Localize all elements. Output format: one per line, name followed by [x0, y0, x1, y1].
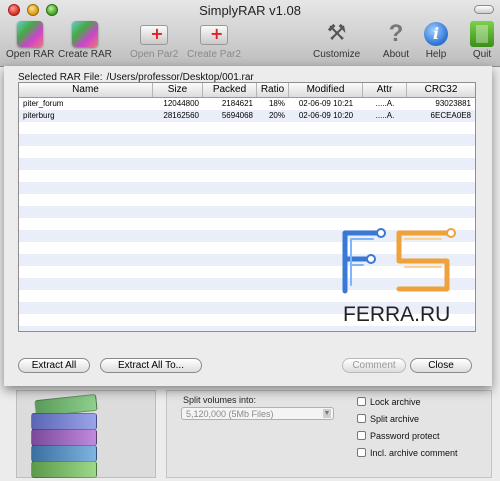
password-protect-box[interactable] — [357, 431, 366, 440]
column-header-ratio[interactable]: Ratio — [257, 83, 289, 97]
about-label: About — [382, 49, 410, 60]
open-par2-button[interactable]: Open Par2 — [130, 20, 178, 60]
rar-books-icon — [16, 390, 156, 478]
create-par2-label: Create Par2 — [187, 49, 241, 60]
create-archive-panel: Split volumes into: 5,120,000 (5Mb Files… — [0, 386, 500, 481]
comment-button[interactable]: Comment — [342, 358, 406, 373]
cell-packed: 5694068 — [221, 111, 253, 120]
toolbar-toggle-button[interactable] — [474, 5, 494, 14]
archive-comment-label: Incl. archive comment — [370, 448, 458, 458]
ferra-ru-watermark-logo: FERRA.RU — [342, 228, 456, 326]
column-header-attr[interactable]: Attr — [363, 83, 407, 97]
create-par2-icon — [199, 24, 228, 45]
lock-archive-checkbox[interactable]: Lock archive — [357, 397, 421, 407]
archive-comment-checkbox[interactable]: Incl. archive comment — [357, 448, 458, 458]
watermark-text: FERRA.RU — [343, 303, 450, 326]
open-rar-label: Open RAR — [6, 49, 55, 60]
archive-file-table[interactable]: Name Size Packed Ratio Modified Attr CRC… — [18, 82, 476, 332]
create-rar-button[interactable]: Create RAR — [58, 20, 112, 60]
split-archive-checkbox[interactable]: Split archive — [357, 414, 419, 424]
archive-comment-box[interactable] — [357, 448, 366, 457]
split-volumes-label: Split volumes into: — [183, 395, 257, 405]
help-label: Help — [425, 49, 447, 60]
about-button[interactable]: ? About — [381, 20, 411, 61]
open-rar-icon — [17, 21, 44, 47]
cell-size: 28162560 — [163, 111, 199, 120]
create-rar-label: Create RAR — [58, 49, 112, 60]
column-header-size[interactable]: Size — [153, 83, 203, 97]
lock-archive-box[interactable] — [357, 397, 366, 406]
column-header-crc32[interactable]: CRC32 — [407, 83, 475, 97]
cell-attr: .....A. — [375, 111, 395, 120]
cell-name: piter_forum — [23, 99, 64, 108]
simplyrar-window: SimplyRAR v1.08 Open RAR Create RAR Open… — [0, 0, 500, 481]
cell-modified: 02-06-09 10:21 — [298, 99, 354, 108]
open-rar-button[interactable]: Open RAR — [6, 20, 54, 60]
exit-door-icon — [470, 21, 494, 47]
cell-packed: 2184621 — [221, 99, 253, 108]
table-row[interactable]: piterburg 28162560 5694068 20% 02-06-09 … — [19, 110, 475, 122]
create-rar-icon — [71, 21, 98, 47]
extract-all-to-button[interactable]: Extract All To... — [100, 358, 202, 373]
window-title: SimplyRAR v1.08 — [199, 3, 301, 18]
open-par2-label: Open Par2 — [130, 49, 179, 60]
split-archive-label: Split archive — [370, 414, 420, 424]
cell-attr: .....A. — [375, 99, 395, 108]
split-archive-box[interactable] — [357, 414, 366, 423]
question-icon: ? — [388, 20, 404, 47]
table-header: Name Size Packed Ratio Modified Attr CRC… — [19, 83, 475, 98]
column-header-packed[interactable]: Packed — [203, 83, 257, 97]
cell-crc32: 93023881 — [435, 99, 471, 108]
password-protect-checkbox[interactable]: Password protect — [357, 431, 440, 441]
chevron-down-icon: ▼ — [323, 409, 331, 418]
create-par2-button[interactable]: Create Par2 — [187, 20, 241, 60]
column-header-name[interactable]: Name — [19, 83, 153, 97]
cell-modified: 02-06-09 10:20 — [298, 111, 354, 120]
help-button[interactable]: i Help — [421, 20, 451, 60]
quit-button[interactable]: Quit — [467, 20, 497, 60]
split-volumes-select[interactable]: 5,120,000 (5Mb Files) ▼ — [181, 407, 334, 420]
split-volumes-value: 5,120,000 (5Mb Files) — [186, 409, 274, 419]
open-par2-icon — [140, 24, 169, 45]
archive-options-box: Split volumes into: 5,120,000 (5Mb Files… — [166, 390, 492, 478]
cell-name: piterburg — [23, 111, 55, 120]
extract-all-button[interactable]: Extract All — [18, 358, 90, 373]
table-row[interactable]: piter_forum 12044800 2184621 18% 02-06-0… — [19, 98, 475, 110]
cell-ratio: 18% — [268, 99, 285, 108]
quit-label: Quit — [472, 49, 492, 60]
close-button[interactable]: Close — [410, 358, 472, 373]
password-protect-label: Password protect — [370, 431, 440, 441]
customize-button[interactable]: ⚒ Customize — [313, 20, 360, 60]
tools-icon: ⚒ — [326, 21, 347, 46]
customize-label: Customize — [313, 49, 361, 60]
cell-ratio: 20% — [268, 111, 285, 120]
column-header-modified[interactable]: Modified — [289, 83, 363, 97]
info-icon: i — [424, 22, 448, 46]
title-toolbar: SimplyRAR v1.08 Open RAR Create RAR Open… — [0, 0, 500, 67]
extract-sheet: Selected RAR File:/Users/professor/Deskt… — [4, 66, 492, 386]
cell-crc32: 6ECEA0E8 — [430, 111, 471, 120]
cell-size: 12044800 — [163, 99, 199, 108]
lock-archive-label: Lock archive — [370, 397, 421, 407]
